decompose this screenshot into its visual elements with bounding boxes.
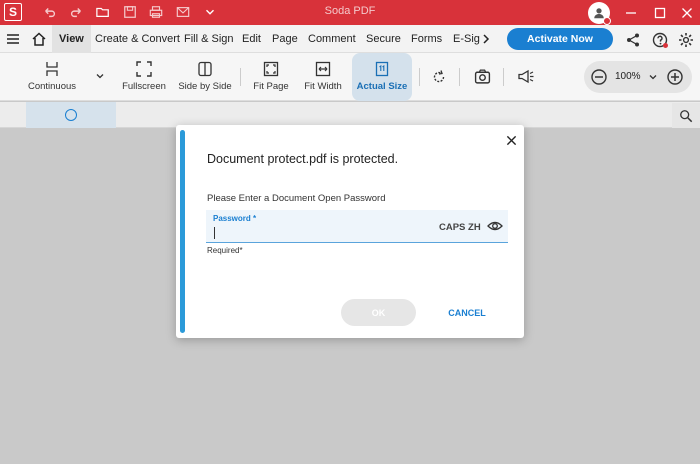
zoom-dropdown-icon[interactable] <box>648 72 658 82</box>
open-folder-icon[interactable] <box>93 3 113 21</box>
zoom-control: 100% <box>584 61 692 93</box>
password-field-label: Password * <box>213 214 257 223</box>
fullscreen-label: Fullscreen <box>122 81 166 92</box>
fit-width-label: Fit Width <box>304 81 342 92</box>
menu-tab-page[interactable]: Page <box>272 25 298 53</box>
dialog-accent-bar <box>180 130 185 333</box>
app-logo: S <box>4 3 22 21</box>
toolbar-divider <box>240 68 241 86</box>
actual-size-icon <box>375 61 389 77</box>
menu-tab-secure[interactable]: Secure <box>366 25 401 53</box>
read-aloud-icon[interactable] <box>517 68 535 85</box>
dialog-title: Document protect.pdf is protected. <box>207 152 399 166</box>
search-icon <box>680 109 693 122</box>
caps-lock-indicator: CAPS ZH <box>439 222 481 233</box>
user-avatar[interactable] <box>588 2 611 25</box>
zoom-out-icon[interactable] <box>590 68 608 86</box>
fullscreen-tool[interactable]: Fullscreen <box>117 53 171 101</box>
minimize-icon <box>626 11 636 14</box>
cancel-button[interactable]: CANCEL <box>442 299 492 326</box>
snapshot-icon[interactable] <box>474 68 491 85</box>
fit-page-tool[interactable]: Fit Page <box>250 53 292 101</box>
toolbar-divider <box>419 68 420 86</box>
share-icon <box>627 33 639 47</box>
notification-dot <box>603 17 611 25</box>
redo-icon[interactable] <box>66 3 86 21</box>
hamburger-menu-icon[interactable] <box>5 31 21 47</box>
continuous-label: Continuous <box>27 81 77 92</box>
side-by-side-icon <box>198 61 212 77</box>
side-by-side-label: Side by Side <box>178 81 232 92</box>
password-field[interactable]: Password * CAPS ZH <box>206 210 508 243</box>
fit-width-icon <box>315 61 331 77</box>
menu-tab-comment[interactable]: Comment <box>308 25 356 53</box>
dialog-prompt: Please Enter a Document Open Password <box>207 193 386 204</box>
minimize-button[interactable] <box>616 0 646 25</box>
zoom-level[interactable]: 100% <box>615 71 641 82</box>
document-tab[interactable] <box>26 102 116 128</box>
dialog-close-button[interactable] <box>502 131 520 149</box>
fit-page-label: Fit Page <box>253 81 289 92</box>
gear-icon <box>679 33 693 47</box>
loading-circle-icon <box>65 109 77 121</box>
print-icon[interactable] <box>146 3 166 21</box>
toolbar-divider <box>459 68 460 86</box>
actual-size-label: Actual Size <box>356 81 408 92</box>
activate-now-button[interactable]: Activate Now <box>507 28 613 50</box>
menu-tab-e-sign[interactable]: E-Sig <box>453 25 480 53</box>
fit-width-tool[interactable]: Fit Width <box>302 53 344 101</box>
close-window-button[interactable] <box>672 0 700 25</box>
maximize-button[interactable] <box>645 0 675 25</box>
menu-tab-edit[interactable]: Edit <box>242 25 261 53</box>
rotate-icon[interactable] <box>431 69 447 85</box>
search-button[interactable] <box>672 103 700 128</box>
toolbar-divider <box>503 68 504 86</box>
menu-tab-fill-sign[interactable]: Fill & Sign <box>184 25 234 53</box>
menu-tab-forms[interactable]: Forms <box>411 25 442 53</box>
menu-tab-create-convert[interactable]: Create & Convert <box>95 25 180 53</box>
home-icon[interactable] <box>31 31 47 47</box>
fit-page-icon <box>263 61 279 77</box>
text-cursor <box>214 227 215 239</box>
continuous-tool[interactable]: Continuous <box>26 53 78 101</box>
mail-icon[interactable] <box>173 3 193 21</box>
chevron-right-icon[interactable] <box>480 33 492 45</box>
close-icon <box>506 135 516 145</box>
actual-size-tool[interactable]: Actual Size <box>352 53 412 101</box>
close-icon <box>682 7 692 18</box>
continuous-dropdown-icon[interactable] <box>95 71 105 81</box>
help-icon <box>652 32 668 48</box>
menu-tab-view[interactable]: View <box>52 25 91 53</box>
share-button[interactable] <box>624 31 642 49</box>
fullscreen-icon <box>136 61 152 77</box>
settings-button[interactable] <box>677 31 695 49</box>
side-by-side-tool[interactable]: Side by Side <box>178 53 232 101</box>
ok-button[interactable]: OK <box>341 299 416 326</box>
continuous-icon <box>46 62 58 76</box>
undo-icon[interactable] <box>40 3 60 21</box>
title-bar: S Soda PDF <box>0 0 700 25</box>
chevron-down-icon[interactable] <box>200 3 220 21</box>
zoom-in-icon[interactable] <box>666 68 684 86</box>
password-dialog: Document protect.pdf is protected. Pleas… <box>176 125 524 338</box>
help-button[interactable] <box>651 31 669 49</box>
save-icon[interactable] <box>120 3 140 21</box>
view-toolbar: Continuous Fullscreen Side by Side Fit P… <box>0 53 700 101</box>
maximize-icon <box>654 7 666 18</box>
password-helper-text: Required* <box>207 246 243 255</box>
show-password-eye-icon[interactable] <box>487 219 503 233</box>
